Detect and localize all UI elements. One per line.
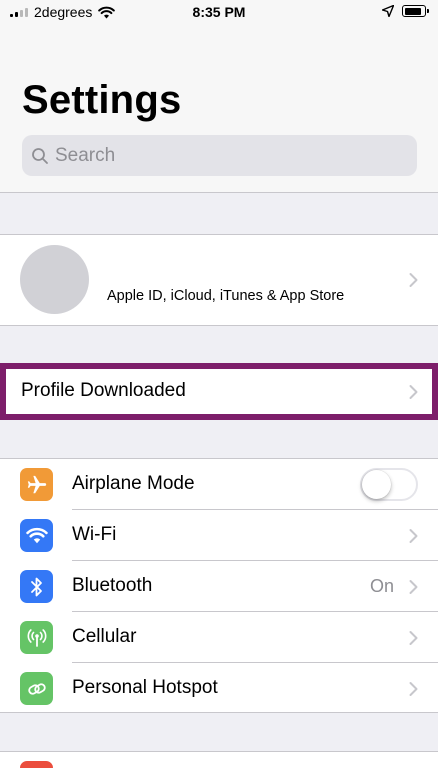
airplane-mode-toggle[interactable]	[360, 468, 418, 501]
settings-row-personal-hotspot[interactable]: Personal Hotspot	[0, 663, 438, 714]
settings-row-bluetooth[interactable]: Bluetooth On	[0, 561, 438, 612]
row-label: Airplane Mode	[72, 473, 195, 494]
status-right	[382, 5, 429, 17]
chevron-right-icon	[409, 630, 418, 645]
network-group: Airplane Mode Wi-Fi Bluetooth On Cellula…	[0, 458, 438, 713]
avatar	[20, 245, 89, 314]
profile-downloaded-label: Profile Downloaded	[21, 380, 186, 401]
row-label: Bluetooth	[72, 575, 153, 596]
chevron-right-icon	[409, 384, 418, 399]
bluetooth-status-value: On	[369, 576, 394, 596]
airplane-icon	[20, 468, 53, 501]
row-label: Wi-Fi	[72, 524, 117, 545]
header-area: 2degrees 8:35 PM Settings	[0, 0, 438, 193]
notifications-icon	[20, 761, 53, 768]
settings-row-airplane-mode[interactable]: Airplane Mode	[0, 459, 438, 510]
chevron-right-icon	[409, 579, 418, 594]
page-title: Settings	[22, 78, 182, 122]
search-icon	[32, 147, 48, 164]
settings-row-wifi[interactable]: Wi-Fi	[0, 510, 438, 561]
settings-row-cellular[interactable]: Cellular	[0, 612, 438, 663]
apple-id-group: Apple ID, iCloud, iTunes & App Store	[0, 234, 438, 326]
location-arrow-icon	[382, 5, 394, 17]
search-bar[interactable]	[22, 135, 417, 176]
chevron-right-icon	[409, 681, 418, 696]
cellular-antenna-icon	[20, 621, 53, 654]
chevron-right-icon	[409, 528, 418, 543]
chevron-right-icon	[409, 273, 418, 287]
apple-id-subtitle: Apple ID, iCloud, iTunes & App Store	[107, 288, 345, 304]
toggle-knob	[362, 470, 391, 499]
row-label: Cellular	[72, 626, 137, 647]
apple-id-row[interactable]: Apple ID, iCloud, iTunes & App Store	[0, 235, 438, 325]
hotspot-link-icon	[20, 672, 53, 705]
battery-icon	[402, 5, 429, 17]
status-time: 8:35 PM	[192, 4, 246, 20]
row-label: Personal Hotspot	[72, 677, 218, 698]
bluetooth-icon	[20, 570, 53, 603]
wifi-icon	[20, 519, 53, 552]
status-bar: 2degrees 8:35 PM	[0, 0, 438, 26]
notifications-row-partial[interactable]	[0, 751, 438, 768]
search-input[interactable]	[55, 144, 395, 167]
profile-downloaded-row[interactable]: Profile Downloaded	[0, 363, 438, 420]
